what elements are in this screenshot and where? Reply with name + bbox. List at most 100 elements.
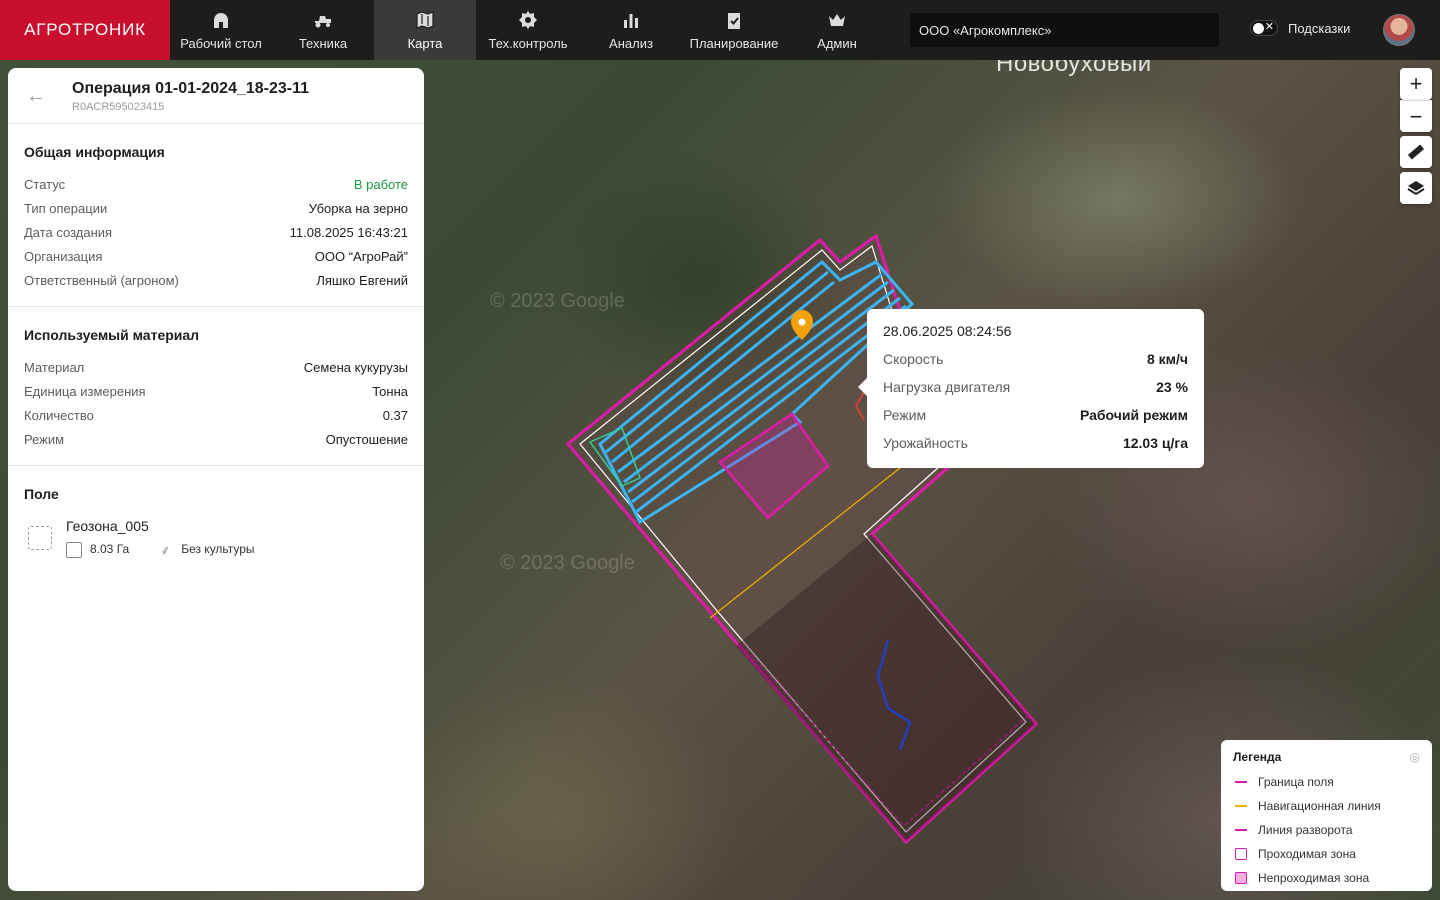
info-value: ООО “АгроРай”: [314, 248, 408, 264]
info-key: Материал: [24, 359, 85, 375]
info-row-quantity: Количество 0.37: [24, 403, 408, 427]
legend-title: Легенда: [1233, 750, 1282, 764]
tooltip-key: Урожайность: [883, 435, 968, 451]
nav-item-tech-control[interactable]: Тех.контроль: [476, 0, 580, 60]
legend-label: Навигационная линия: [1258, 799, 1381, 813]
legend-item-turn-line: Линия разворота: [1233, 818, 1420, 842]
legend-item-field-border: Граница поля: [1233, 770, 1420, 794]
tooltip-value: 8 км/ч: [1146, 351, 1188, 367]
bar-chart-icon: [624, 13, 638, 28]
info-key: Режим: [24, 431, 65, 447]
nav-label: Планирование: [689, 35, 779, 51]
info-value: Ляшко Евгений: [316, 272, 408, 288]
info-value: Опустошение: [325, 431, 408, 447]
field-card[interactable]: Геозона_005 8.03 Га ⸙ Без культуры: [24, 518, 408, 558]
nav-item-planning[interactable]: Планирование: [682, 0, 786, 60]
field-crop: ⸙ Без культуры: [157, 542, 255, 558]
panel-header: ← Операция 01-01-2024_18-23-11 R0ACR5950…: [8, 68, 424, 124]
tooltip-time: 28.06.2025 08:24:56: [883, 323, 1012, 339]
info-key: Ответственный (агроном): [24, 272, 179, 288]
info-row-created: Дата создания 11.08.2025 16:43:21: [24, 220, 408, 244]
tooltip-row-mode: Режим Рабочий режим: [883, 401, 1188, 429]
info-key: Организация: [24, 248, 103, 264]
status-value: В работе: [353, 176, 408, 192]
field-area-value: 8.03 Га: [90, 542, 130, 557]
nav-label: Техника: [298, 35, 348, 51]
nav-item-admin[interactable]: Админ: [786, 0, 888, 60]
ruler-icon: [1407, 144, 1425, 160]
nav-label: Тех.контроль: [488, 35, 568, 51]
info-row-unit: Единица измерения Тонна: [24, 379, 408, 403]
legend-box-swatch: [1235, 848, 1247, 860]
crown-icon: [829, 13, 845, 26]
nav-item-machinery[interactable]: Техника: [272, 0, 374, 60]
info-key: Единица измерения: [24, 383, 146, 399]
brand-logo[interactable]: АГРОТРОНИК: [0, 0, 170, 60]
back-arrow-icon[interactable]: ←: [26, 86, 46, 106]
info-value: 11.08.2025 16:43:21: [289, 224, 408, 240]
info-value: Тонна: [372, 383, 408, 399]
info-key: Статус: [24, 176, 66, 192]
hints-toggle[interactable]: ✕: [1250, 20, 1278, 36]
legend-item-impassable-zone: Непроходимая зона: [1233, 866, 1420, 890]
layers-button[interactable]: [1400, 172, 1432, 204]
hints-label: Подсказки: [1288, 20, 1351, 36]
top-navigation-bar: АГРОТРОНИК Рабочий стол Техника Карта Те…: [0, 0, 1440, 60]
general-info-section: Общая информация Статус В работе Тип опер…: [8, 124, 424, 307]
organization-select[interactable]: ООО «Агрокомплекс»: [910, 13, 1219, 47]
info-value: Уборка на зерно: [308, 200, 408, 216]
legend-label: Проходимая зона: [1258, 847, 1356, 861]
nav-label: Админ: [817, 35, 857, 51]
nav-label: Карта: [407, 35, 443, 51]
wheat-icon: ⸙: [159, 542, 171, 558]
legend-item-passable-zone: Проходимая зона: [1233, 842, 1420, 866]
tooltip-value: 23 %: [1156, 379, 1188, 395]
clipboard-check-icon: [728, 12, 740, 29]
tooltip-key: Режим: [883, 407, 927, 423]
section-title: Используемый материал: [24, 327, 200, 343]
legend-dash-swatch: [1235, 829, 1247, 831]
section-title: Поле: [24, 486, 59, 502]
legend-filled-box-swatch: [1235, 872, 1247, 884]
tooltip-row-speed: Скорость 8 км/ч: [883, 345, 1188, 373]
info-row-status: Статус В работе: [24, 172, 408, 196]
material-section: Используемый материал Материал Семена кук…: [8, 307, 424, 466]
hints-toggle-group: ✕ Подсказки: [1250, 20, 1350, 36]
field-area: 8.03 Га: [66, 542, 129, 558]
zoom-in-button[interactable]: +: [1400, 68, 1432, 100]
legend-label: Линия разворота: [1258, 823, 1353, 837]
tooltip-row-engine-load: Нагрузка двигателя 23 %: [883, 373, 1188, 401]
field-name: Геозона_005: [66, 518, 149, 534]
legend-label: Непроходимая зона: [1258, 871, 1370, 885]
close-icon: ✕: [1264, 21, 1274, 33]
dashboard-icon: [214, 12, 228, 28]
nav-label: Анализ: [609, 35, 653, 51]
area-icon: [66, 542, 82, 558]
map-legend: Легенда ◎ Граница поля Навигационная лин…: [1221, 740, 1432, 891]
info-key: Тип операции: [24, 200, 108, 216]
eye-off-icon[interactable]: ◎: [1410, 750, 1420, 764]
info-row-mode: Режим Опустошение: [24, 427, 408, 451]
field-meta: 8.03 Га ⸙ Без культуры: [66, 542, 255, 558]
plus-icon: +: [1409, 71, 1423, 96]
map-icon: [416, 10, 434, 29]
ruler-button[interactable]: [1400, 136, 1432, 168]
info-row-responsible: Ответственный (агроном) Ляшко Евгений: [24, 268, 408, 292]
nav-item-dashboard[interactable]: Рабочий стол: [170, 0, 272, 60]
tooltip-key: Скорость: [883, 351, 944, 367]
field-section: Поле Геозона_005 8.03 Га ⸙ Без культуры: [8, 466, 424, 572]
info-row-organization: Организация ООО “АгроРай”: [24, 244, 408, 268]
avatar[interactable]: [1383, 14, 1415, 46]
tooltip-key: Нагрузка двигателя: [883, 379, 1011, 395]
tooltip-value: Рабочий режим: [1079, 407, 1188, 423]
nav-item-analysis[interactable]: Анализ: [580, 0, 682, 60]
info-row-material: Материал Семена кукурузы: [24, 355, 408, 379]
legend-line-swatch: [1235, 805, 1247, 807]
zoom-out-button[interactable]: −: [1400, 100, 1432, 132]
tooltip-row-yield: Урожайность 12.03 ц/га: [883, 429, 1188, 457]
operation-title: Операция 01-01-2024_18-23-11: [72, 80, 310, 97]
operation-id: R0ACR595023415: [72, 101, 165, 113]
gear-icon: [519, 10, 537, 29]
nav-item-map[interactable]: Карта: [374, 0, 476, 60]
layers-icon: [1407, 181, 1425, 196]
